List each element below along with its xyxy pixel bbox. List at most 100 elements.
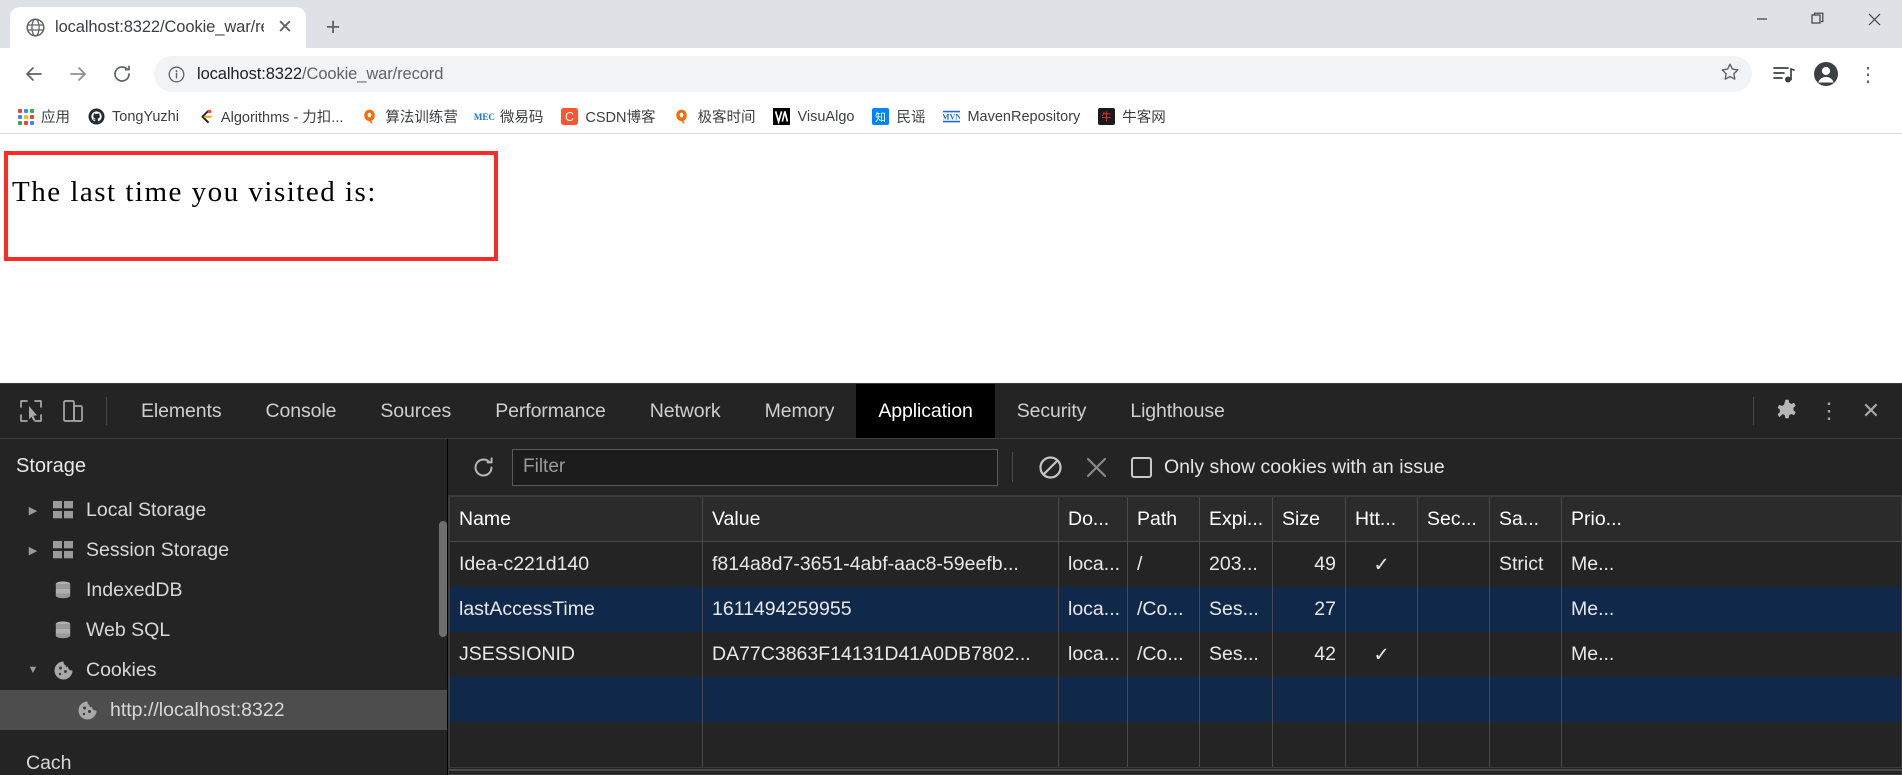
toolbar-divider — [1753, 397, 1754, 425]
device-toolbar-icon[interactable] — [52, 390, 94, 432]
bookmark-visualgo[interactable]: VisuAlgo — [764, 104, 863, 129]
database-icon — [50, 620, 76, 640]
column-header-name[interactable]: Name — [450, 497, 703, 541]
tab-elements[interactable]: Elements — [119, 384, 244, 438]
refresh-icon[interactable] — [460, 444, 506, 490]
bookmark-csdn[interactable]: C CSDN博客 — [552, 102, 664, 131]
tab-sources[interactable]: Sources — [358, 384, 473, 438]
cookies-table: Name Value Do... Path Expi... Size Htt..… — [448, 496, 1902, 768]
column-header-priority[interactable]: Prio... — [1562, 497, 1901, 541]
table-header-row: Name Value Do... Path Expi... Size Htt..… — [450, 497, 1901, 542]
inspect-cursor-icon[interactable] — [10, 390, 52, 432]
close-icon[interactable]: ✕ — [274, 17, 296, 39]
maximize-icon[interactable] — [1790, 0, 1846, 38]
cookies-grid-wrapper: Name Value Do... Path Expi... Size Htt..… — [448, 496, 1902, 775]
cell-priority — [1562, 677, 1901, 722]
svg-text:知: 知 — [875, 110, 886, 124]
cell-secure — [1418, 632, 1490, 677]
chevron-right-icon[interactable]: ▶ — [26, 544, 40, 557]
sidebar-item-session-storage[interactable]: ▶ Session Storage — [0, 530, 447, 570]
cell-path — [1128, 722, 1200, 767]
bookmark-label: 应用 — [41, 110, 70, 126]
column-header-size[interactable]: Size — [1273, 497, 1346, 541]
table-row[interactable] — [450, 722, 1901, 767]
back-icon[interactable] — [14, 54, 54, 94]
bookmark-minyao[interactable]: 知 民谣 — [863, 102, 934, 131]
bookmark-maven[interactable]: MVN MavenRepository — [934, 104, 1089, 129]
table-row[interactable] — [450, 677, 1901, 722]
cell-size: 42 — [1273, 632, 1346, 677]
chevron-right-icon[interactable]: ▶ — [26, 504, 40, 517]
cell-domain: loca... — [1059, 632, 1128, 677]
svg-text:C: C — [565, 110, 574, 124]
gear-icon[interactable] — [1766, 390, 1808, 432]
sidebar-item-indexeddb[interactable]: IndexedDB — [0, 570, 447, 610]
filter-input[interactable] — [512, 448, 998, 486]
cell-priority: Me... — [1571, 598, 1615, 620]
reload-icon[interactable] — [102, 54, 142, 94]
cell-secure — [1418, 722, 1490, 767]
bookmark-label: VisuAlgo — [797, 108, 855, 125]
bookmark-weiyima[interactable]: MEC 微易码 — [467, 102, 553, 131]
browser-tab[interactable]: localhost:8322/Cookie_war/rec ✕ — [10, 7, 306, 48]
tab-network[interactable]: Network — [628, 384, 743, 438]
chrome-menu-icon[interactable]: ⋮ — [1848, 54, 1888, 94]
chevron-down-icon[interactable]: ▼ — [26, 664, 40, 676]
tab-memory[interactable]: Memory — [743, 384, 857, 438]
only-issues-checkbox[interactable] — [1131, 456, 1152, 478]
bookmark-label: 微易码 — [499, 110, 544, 126]
minimize-icon[interactable] — [1734, 0, 1790, 38]
only-issues-checkbox-row[interactable]: Only show cookies with an issue — [1131, 456, 1445, 479]
devtools-tabbar-actions: ⋮ ✕ — [1741, 390, 1902, 432]
svg-text:MVN: MVN — [943, 113, 960, 122]
column-header-secure[interactable]: Sec... — [1418, 497, 1490, 541]
delete-selected-cookie-icon[interactable] — [1073, 444, 1119, 490]
devtools-more-icon[interactable]: ⋮ — [1808, 390, 1850, 432]
column-header-samesite[interactable]: Sa... — [1490, 497, 1562, 541]
bookmark-tongyuzhi[interactable]: TongYuzhi — [79, 104, 188, 129]
bookmark-algorithms[interactable]: Algorithms - 力扣... — [188, 102, 352, 131]
cookies-panel: Only show cookies with an issue Name Val… — [448, 439, 1902, 775]
toolbar-actions: ⋮ — [1764, 54, 1888, 94]
column-header-value[interactable]: Value — [703, 497, 1059, 541]
table-row[interactable]: Idea-c221d140 f814a8d7-3651-4abf-aac8-59… — [450, 542, 1901, 587]
tab-application[interactable]: Application — [856, 384, 995, 438]
cell-value — [703, 677, 1059, 722]
bookmark-star-icon[interactable] — [1720, 62, 1740, 87]
forward-icon[interactable] — [58, 54, 98, 94]
sidebar-item-local-storage[interactable]: ▶ Local Storage — [0, 490, 447, 530]
sidebar-scrollbar[interactable] — [439, 521, 447, 637]
devtools-close-icon[interactable]: ✕ — [1850, 390, 1892, 432]
address-bar[interactable]: localhost:8322/Cookie_war/record — [154, 56, 1752, 92]
tab-security[interactable]: Security — [995, 384, 1109, 438]
sidebar-item-cookies[interactable]: ▼ Cookies — [0, 650, 447, 690]
bookmark-algo-camp[interactable]: 算法训练营 — [352, 102, 467, 131]
bookmark-geektime[interactable]: 极客时间 — [664, 102, 764, 131]
storage-next-section-partial: Cach — [26, 752, 72, 774]
table-row[interactable]: lastAccessTime 1611494259955 loca... /Co… — [450, 587, 1901, 632]
table-row[interactable]: JSESSIONID DA77C3863F14131D41A0DB7802...… — [450, 632, 1901, 677]
info-circle-icon[interactable] — [168, 66, 185, 83]
tab-lighthouse[interactable]: Lighthouse — [1108, 384, 1246, 438]
column-header-path[interactable]: Path — [1128, 497, 1200, 541]
column-header-domain[interactable]: Do... — [1059, 497, 1128, 541]
cell-secure — [1418, 587, 1490, 632]
window-controls — [1734, 0, 1902, 38]
cell-httponly: ✓ — [1346, 542, 1418, 587]
bookmark-nowcoder[interactable]: 牛 牛客网 — [1089, 102, 1175, 131]
cell-name — [450, 677, 703, 722]
sidebar-item-web-sql[interactable]: Web SQL — [0, 610, 447, 650]
sidebar-item-cookie-origin[interactable]: http://localhost:8322 — [0, 690, 447, 730]
tab-console[interactable]: Console — [244, 384, 359, 438]
media-control-icon[interactable] — [1764, 54, 1804, 94]
cell-priority: Me... — [1571, 643, 1615, 665]
profile-avatar-icon[interactable] — [1806, 54, 1846, 94]
cell-expires: Ses... — [1200, 587, 1273, 632]
tab-performance[interactable]: Performance — [473, 384, 628, 438]
close-window-icon[interactable] — [1846, 0, 1902, 38]
column-header-expires[interactable]: Expi... — [1200, 497, 1273, 541]
new-tab-button[interactable]: + — [312, 8, 354, 46]
column-header-httponly[interactable]: Htt... — [1346, 497, 1418, 541]
bookmark-apps[interactable]: 应用 — [8, 102, 79, 131]
clear-all-cookies-icon[interactable] — [1027, 444, 1073, 490]
